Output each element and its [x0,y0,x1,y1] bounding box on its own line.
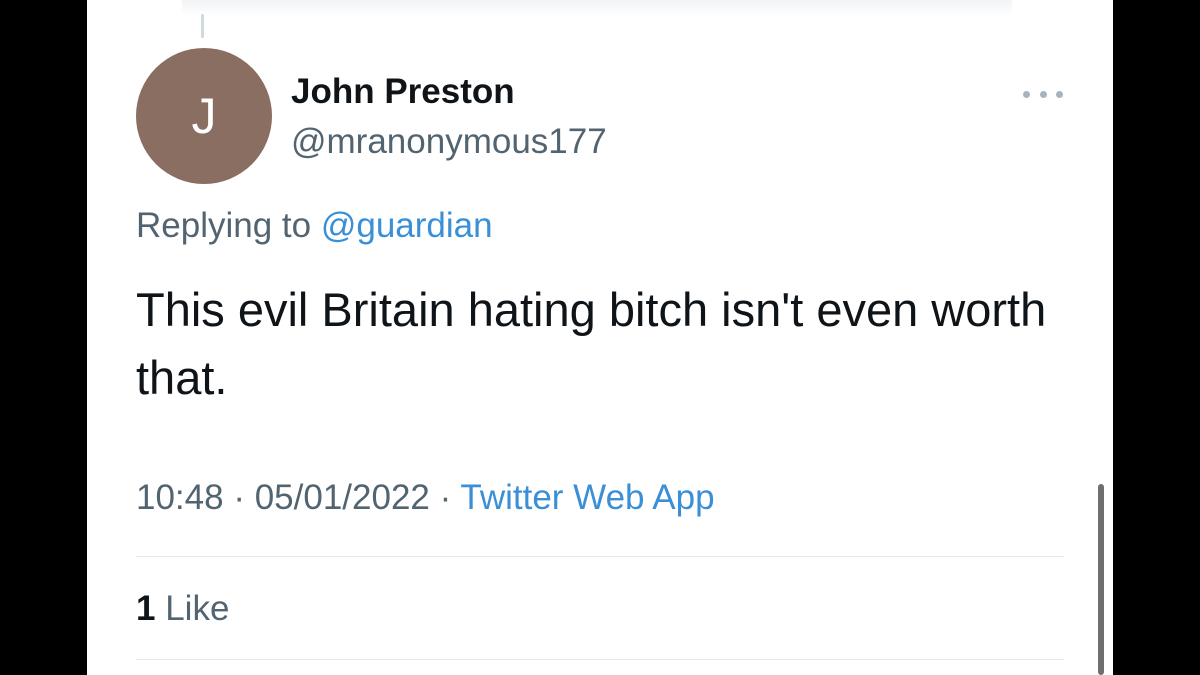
replying-to-handle-link[interactable]: @guardian [321,206,493,245]
scrollbar[interactable] [1098,484,1104,675]
author-handle[interactable]: @mranonymous177 [291,122,607,162]
avatar-initial: J [191,88,217,144]
meta-separator: · [439,478,452,517]
divider [136,556,1064,557]
likes-count-link[interactable]: 1 Like [136,589,229,629]
avatar[interactable]: J [136,48,272,184]
author-display-name[interactable]: John Preston [291,72,515,112]
more-dot [1023,90,1030,98]
tweet-metadata: 10:48 · 05/01/2022 · Twitter Web App [136,478,715,518]
replying-to-label: Replying to [136,206,312,245]
like-count: 1 [136,589,156,628]
tweet-source-link[interactable]: Twitter Web App [460,478,714,517]
tweet-date[interactable]: 05/01/2022 [255,478,430,517]
like-label: Like [165,589,230,628]
tweet-detail-screen: J John Preston @mranonymous177 Replying … [87,0,1113,675]
replying-to-line: Replying to @guardian [136,206,493,246]
more-dot [1056,90,1063,98]
more-options-icon[interactable] [1023,88,1063,100]
divider [136,659,1064,660]
more-dot [1039,90,1047,98]
previous-tweet-edge [182,0,1012,16]
thread-connector-line [201,14,204,38]
meta-separator: · [233,478,245,517]
tweet-time[interactable]: 10:48 [136,478,224,517]
tweet-text: This evil Britain hating bitch isn't eve… [136,283,1047,404]
